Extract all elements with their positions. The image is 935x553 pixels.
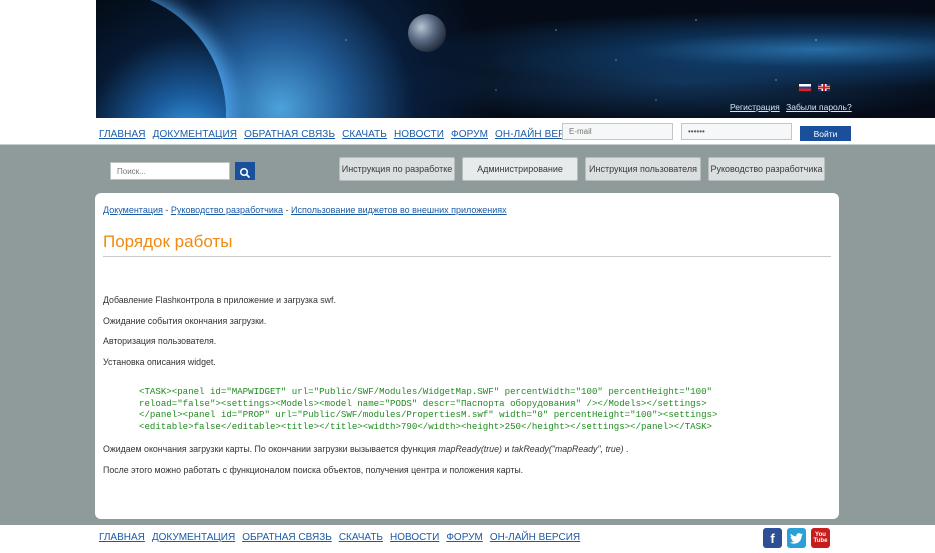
footer-nav-online[interactable]: ОН-ЛАЙН ВЕРСИЯ: [490, 532, 580, 543]
twitter-icon[interactable]: [787, 528, 806, 548]
nav-item-docs[interactable]: ДОКУМЕНТАЦИЯ: [153, 129, 238, 140]
footer-nav-docs[interactable]: ДОКУМЕНТАЦИЯ: [152, 532, 235, 543]
search-button[interactable]: [235, 162, 255, 180]
code-line: <TASK><panel id="MAPWIDGET" url="Public/…: [139, 386, 712, 397]
footer: ГЛАВНАЯ ДОКУМЕНТАЦИЯ ОБРАТНАЯ СВЯЗЬ СКАЧ…: [0, 525, 935, 553]
auth-links: Регистрация Забыли пароль?: [730, 102, 856, 112]
header-banner: Регистрация Забыли пароль?: [0, 0, 935, 118]
twitter-bird-icon: [790, 532, 803, 544]
language-switcher: [798, 83, 831, 92]
nav-item-news[interactable]: НОВОСТИ: [394, 129, 444, 140]
function-name: takReady("mapReady", true): [511, 444, 624, 454]
map-ready-text: Ожидаем окончания загрузки карты. По око…: [103, 444, 629, 454]
email-field[interactable]: [562, 123, 673, 140]
footer-nav-feedback[interactable]: ОБРАТНАЯ СВЯЗЬ: [242, 532, 332, 543]
step-text: Ожидание события окончания загрузки.: [103, 316, 267, 326]
login-button[interactable]: Войти: [800, 126, 851, 141]
breadcrumb-item[interactable]: Руководство разработчика: [171, 205, 283, 215]
code-line: reload="false"><settings><Models><model …: [139, 397, 707, 409]
step-text: Установка описания widget.: [103, 357, 216, 367]
divider: [103, 256, 831, 257]
tab-dev-instructions[interactable]: Инструкция по разработке: [339, 157, 455, 181]
breadcrumb-item[interactable]: Документация: [103, 205, 163, 215]
search-icon: [239, 167, 251, 178]
youtube-icon[interactable]: You Tube: [811, 528, 830, 548]
function-name: mapReady(true): [438, 444, 502, 454]
tab-user-instructions[interactable]: Инструкция пользователя: [585, 157, 701, 181]
flag-ru-icon[interactable]: [798, 83, 812, 92]
footer-nav-home[interactable]: ГЛАВНАЯ: [99, 532, 145, 543]
breadcrumb-item[interactable]: Использование виджетов во внешних прилож…: [291, 205, 507, 215]
flag-en-icon[interactable]: [817, 83, 831, 92]
tab-administration[interactable]: Администрирование: [462, 157, 578, 181]
nav-item-home[interactable]: ГЛАВНАЯ: [99, 129, 146, 140]
facebook-icon[interactable]: f: [763, 528, 782, 548]
forgot-password-link[interactable]: Забыли пароль?: [786, 102, 852, 112]
search-input[interactable]: [110, 162, 230, 180]
content-panel: Документация - Руководство разработчика …: [95, 193, 839, 519]
register-link[interactable]: Регистрация: [730, 102, 780, 112]
nav-item-feedback[interactable]: ОБРАТНАЯ СВЯЗЬ: [244, 129, 335, 140]
tab-developer-guide[interactable]: Руководство разработчика: [708, 157, 825, 181]
password-field[interactable]: [681, 123, 792, 140]
footer-nav-forum[interactable]: ФОРУМ: [446, 532, 483, 543]
code-line: </panel><panel id="PROP" url="Public/SWF…: [139, 409, 718, 421]
code-block: <TASK><panel id="MAPWIDGET" url="Public/…: [139, 386, 717, 432]
footer-nav: ГЛАВНАЯ ДОКУМЕНТАЦИЯ ОБРАТНАЯ СВЯЗЬ СКАЧ…: [99, 532, 580, 543]
after-text: После этого можно работать с функционало…: [103, 465, 524, 475]
page-title: Порядок работы: [103, 232, 233, 251]
nav-item-download[interactable]: СКАЧАТЬ: [342, 129, 387, 140]
footer-nav-news[interactable]: НОВОСТИ: [390, 532, 439, 543]
step-text: Добавление Flashконтрола в приложение и …: [103, 295, 336, 305]
footer-nav-download[interactable]: СКАЧАТЬ: [339, 532, 383, 543]
step-text: Авторизация пользователя.: [103, 336, 217, 346]
code-line: <editable>false</editable><title></title…: [139, 420, 712, 432]
breadcrumb: Документация - Руководство разработчика …: [103, 205, 507, 215]
top-nav-bar: ГЛАВНАЯ ДОКУМЕНТАЦИЯ ОБРАТНАЯ СВЯЗЬ СКАЧ…: [0, 118, 935, 145]
breadcrumb-separator: -: [285, 205, 289, 215]
moon-image: [408, 14, 446, 52]
space-banner-image: [96, 0, 935, 118]
breadcrumb-separator: -: [165, 205, 169, 215]
nav-item-forum[interactable]: ФОРУМ: [451, 129, 488, 140]
main-nav: ГЛАВНАЯ ДОКУМЕНТАЦИЯ ОБРАТНАЯ СВЯЗЬ СКАЧ…: [99, 129, 587, 140]
